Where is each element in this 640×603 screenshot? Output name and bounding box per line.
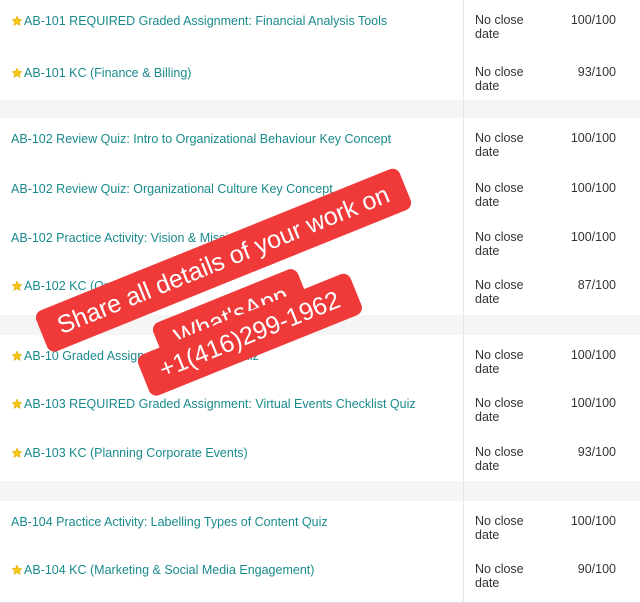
due-date: No close date <box>475 181 524 209</box>
assignment-link[interactable]: AB-103 REQUIRED Graded Assignment: Virtu… <box>11 397 416 411</box>
section-gap <box>0 481 640 502</box>
score: 90/100 <box>577 562 616 576</box>
due-date: No close date <box>475 13 524 41</box>
assignment-title: AB-10 Graded Assign g Key Concept Quiz <box>24 349 259 363</box>
assignment-title: AB-104 KC (Marketing & Social Media Enga… <box>24 563 315 577</box>
table-row: AB-103 REQUIRED Graded Assignment: Virtu… <box>0 383 640 433</box>
score: 93/100 <box>577 65 616 79</box>
assignment-link[interactable]: AB-102 Review Quiz: Intro to Organizatio… <box>11 132 391 146</box>
score: 100/100 <box>570 181 616 195</box>
star-icon <box>11 67 23 79</box>
score: 100/100 <box>570 514 616 528</box>
star-icon <box>11 447 23 459</box>
table-row: AB-102 Review Quiz: Organizational Cultu… <box>0 168 640 218</box>
due-date: No close date <box>475 230 524 258</box>
score: 100/100 <box>570 396 616 410</box>
assignment-title: AB-101 KC (Finance & Billing) <box>24 66 192 80</box>
due-date: No close date <box>475 514 524 542</box>
assignment-link[interactable]: AB-103 KC (Planning Corporate Events) <box>11 446 248 460</box>
star-icon <box>11 398 23 410</box>
score: 100/100 <box>570 348 616 362</box>
assignment-title: AB-102 Review Quiz: Intro to Organizatio… <box>11 132 392 146</box>
assignment-title: AB-103 REQUIRED Graded Assignment: Virtu… <box>24 397 416 411</box>
score: 100/100 <box>570 131 616 145</box>
table-row: AB-101 KC (Finance & Billing) No close da… <box>0 52 640 101</box>
section-gap <box>0 315 640 336</box>
assignment-link[interactable]: AB-104 KC (Marketing & Social Media Enga… <box>11 563 314 577</box>
star-icon <box>11 15 23 27</box>
assignment-link[interactable]: AB-101 KC (Finance & Billing) <box>11 66 191 80</box>
assignment-link[interactable]: AB-101 REQUIRED Graded Assignment: Finan… <box>11 14 387 28</box>
assignment-link[interactable]: AB-102 Practice Activity: Vision & Missi… <box>11 231 292 245</box>
table-row: AB-102 Review Quiz: Intro to Organizatio… <box>0 118 640 169</box>
due-date: No close date <box>475 445 524 473</box>
due-date: No close date <box>475 396 524 424</box>
table-row: AB-104 Practice Activity: Labelling Type… <box>0 501 640 550</box>
table-row: AB-104 KC (Marketing & Social Media Enga… <box>0 549 640 603</box>
assignment-title: AB-102 Review Quiz: Organizational Cultu… <box>11 182 333 196</box>
due-date: No close date <box>475 562 524 590</box>
table-row: AB-101 REQUIRED Graded Assignment: Finan… <box>0 0 640 53</box>
star-icon <box>11 280 23 292</box>
score: 93/100 <box>577 445 616 459</box>
assignment-title: AB-102 KC (Organizati <box>24 279 152 293</box>
assignment-title: AB-104 Practice Activity: Labelling Type… <box>11 515 328 529</box>
assignment-link[interactable]: AB-10 Graded Assign g Key Concept Quiz <box>11 349 259 363</box>
score: 100/100 <box>570 13 616 27</box>
assignment-title: AB-101 REQUIRED Graded Assignment: Finan… <box>24 14 388 28</box>
due-date: No close date <box>475 278 524 306</box>
assignment-link[interactable]: AB-104 Practice Activity: Labelling Type… <box>11 515 328 529</box>
column-divider <box>463 0 464 602</box>
section-gap <box>0 100 640 119</box>
table-row: AB-102 Practice Activity: Vision & Missi… <box>0 217 640 266</box>
assignment-title: AB-103 KC (Planning Corporate Events) <box>24 446 248 460</box>
table-row: AB-10 Graded Assign g Key Concept Quiz N… <box>0 335 640 384</box>
table-row: AB-102 KC (Organizati No close date 87/10… <box>0 265 640 316</box>
star-icon <box>11 350 23 362</box>
due-date: No close date <box>475 348 524 376</box>
table-row: AB-103 KC (Planning Corporate Events) No… <box>0 432 640 482</box>
due-date: No close date <box>475 131 524 159</box>
star-icon <box>11 564 23 576</box>
due-date: No close date <box>475 65 524 93</box>
score: 87/100 <box>577 278 616 292</box>
assignment-link[interactable]: AB-102 KC (Organizati <box>11 279 151 293</box>
assignment-link[interactable]: AB-102 Review Quiz: Organizational Cultu… <box>11 182 333 196</box>
assignment-title: AB-102 Practice Activity: Vision & Missi… <box>11 231 293 245</box>
score: 100/100 <box>570 230 616 244</box>
